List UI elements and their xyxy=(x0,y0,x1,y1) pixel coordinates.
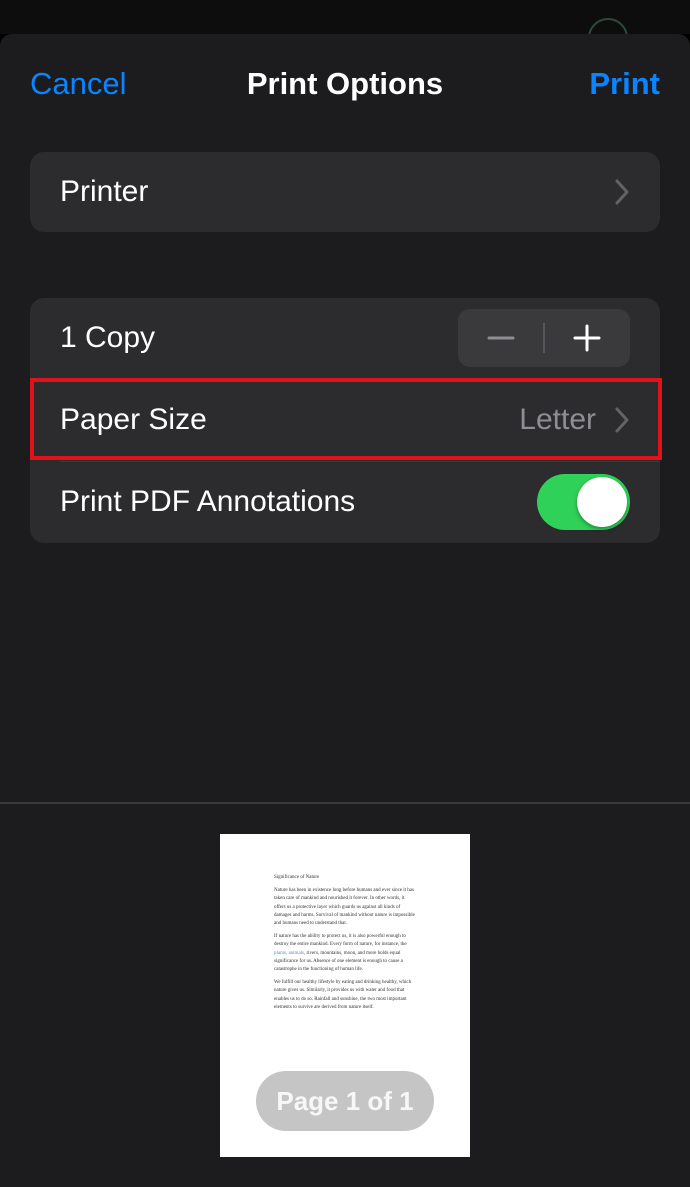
printer-label: Printer xyxy=(60,175,149,208)
copies-stepper xyxy=(458,309,630,367)
options-group: 1 Copy Paper Size Letter Print PDF Annot… xyxy=(30,298,660,543)
preview-divider xyxy=(0,802,690,804)
toggle-knob xyxy=(577,477,627,527)
document-paragraph: We fulfill our healthy lifestyle by eati… xyxy=(274,980,412,1010)
plus-icon xyxy=(573,324,601,352)
annotations-toggle[interactable] xyxy=(537,474,630,530)
page-title: Print Options xyxy=(246,66,444,101)
increment-button[interactable] xyxy=(544,309,630,367)
printer-row[interactable]: Printer xyxy=(30,152,660,232)
document-text: Significance of Nature Nature has been i… xyxy=(274,874,416,1017)
page-preview[interactable]: Significance of Nature Nature has been i… xyxy=(220,834,470,1157)
document-link: plants, animals xyxy=(274,950,304,956)
print-button[interactable]: Print xyxy=(589,66,660,102)
background-app-strip xyxy=(0,0,690,34)
paper-size-label: Paper Size xyxy=(60,403,207,436)
chevron-right-icon xyxy=(615,407,629,433)
document-title: Significance of Nature xyxy=(274,875,320,880)
printer-group: Printer xyxy=(30,152,660,232)
minus-icon xyxy=(487,336,515,340)
document-paragraph: If nature has the ability to protect us,… xyxy=(274,934,407,973)
annotations-label: Print PDF Annotations xyxy=(60,485,356,518)
navigation-bar: Cancel Print Options Print xyxy=(0,34,690,138)
paper-size-row[interactable]: Paper Size Letter xyxy=(30,380,660,460)
document-paragraph: Nature has been in existence long before… xyxy=(274,888,415,927)
annotations-row: Print PDF Annotations xyxy=(30,462,660,542)
page-indicator-badge: Page 1 of 1 xyxy=(256,1071,434,1131)
chevron-right-icon xyxy=(615,179,629,205)
decrement-button[interactable] xyxy=(458,309,544,367)
paper-size-value: Letter xyxy=(519,403,596,436)
copies-label: 1 Copy xyxy=(60,321,156,354)
copies-row: 1 Copy xyxy=(30,298,660,378)
